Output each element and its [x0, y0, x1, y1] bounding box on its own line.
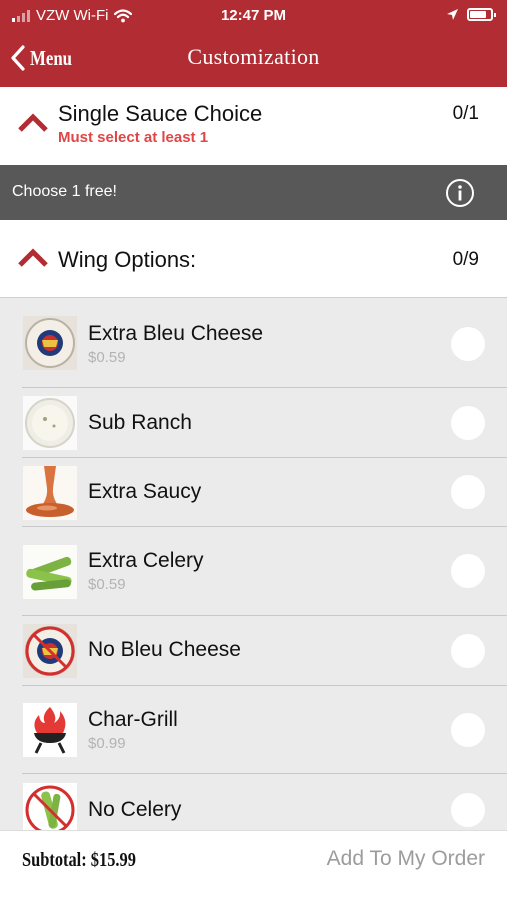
- status-right: [446, 8, 496, 21]
- nav-bar: Menu Customization: [0, 30, 507, 87]
- celery-sticks-image: [23, 545, 77, 599]
- bleu-cheese-cup-image: [23, 316, 77, 370]
- selection-count: 0/1: [452, 103, 479, 124]
- page-title: Customization: [187, 44, 320, 69]
- option-radio[interactable]: [451, 327, 485, 361]
- option-row[interactable]: Char-Grill $0.99: [0, 686, 507, 774]
- chevron-up-icon: [18, 113, 48, 132]
- status-bar: VZW Wi-Fi 12:47 PM: [0, 0, 507, 30]
- option-price: $0.59: [88, 576, 126, 593]
- sauce-pour-image: [23, 466, 77, 520]
- option-price: $0.99: [88, 735, 126, 752]
- option-radio[interactable]: [451, 406, 485, 440]
- chevron-up-icon: [18, 248, 48, 267]
- location-arrow-icon: [447, 9, 458, 20]
- section-title: Wing Options:: [58, 247, 197, 272]
- option-row[interactable]: Extra Saucy: [0, 458, 507, 527]
- option-name: Char-Grill: [88, 708, 178, 731]
- section-header-wing-options[interactable]: Wing Options: 0/9: [0, 220, 507, 298]
- option-price: $0.59: [88, 349, 126, 366]
- promo-banner: Choose 1 free!: [0, 165, 507, 220]
- option-row[interactable]: No Celery: [0, 774, 507, 830]
- selection-count: 0/9: [452, 249, 479, 270]
- option-radio[interactable]: [451, 475, 485, 509]
- grill-flame-image: [23, 703, 77, 757]
- option-radio[interactable]: [451, 793, 485, 827]
- option-name: No Bleu Cheese: [88, 638, 241, 661]
- section-title: Single Sauce Choice: [58, 101, 263, 126]
- no-bleu-cheese-image: [23, 624, 77, 678]
- option-name: Sub Ranch: [88, 411, 192, 434]
- promo-text: Choose 1 free!: [12, 183, 117, 200]
- status-time: 12:47 PM: [220, 7, 287, 24]
- option-name: No Celery: [88, 798, 182, 821]
- option-name: Extra Celery: [88, 549, 204, 572]
- battery-icon: [467, 8, 496, 21]
- option-row[interactable]: Extra Bleu Cheese $0.59: [0, 298, 507, 388]
- no-celery-image: [23, 783, 77, 830]
- section-header-sauce[interactable]: Single Sauce Choice Must select at least…: [0, 87, 507, 165]
- subtotal-label: Subtotal: $15.99: [22, 849, 136, 871]
- requirement-warning: Must select at least 1: [58, 129, 209, 146]
- option-radio[interactable]: [451, 713, 485, 747]
- option-name: Extra Saucy: [88, 480, 202, 503]
- add-to-order-button[interactable]: Add To My Order: [327, 847, 485, 871]
- option-radio[interactable]: [451, 554, 485, 588]
- option-radio[interactable]: [451, 634, 485, 668]
- options-list[interactable]: Extra Bleu Cheese $0.59 Sub Ranch Extra …: [0, 298, 507, 830]
- option-row[interactable]: No Bleu Cheese: [0, 616, 507, 686]
- info-icon[interactable]: [445, 178, 475, 208]
- option-row[interactable]: Extra Celery $0.59: [0, 527, 507, 616]
- ranch-cup-image: [23, 396, 77, 450]
- bottom-bar: Subtotal: $15.99 Add To My Order: [0, 830, 507, 900]
- option-row[interactable]: Sub Ranch: [0, 388, 507, 458]
- option-name: Extra Bleu Cheese: [88, 322, 264, 345]
